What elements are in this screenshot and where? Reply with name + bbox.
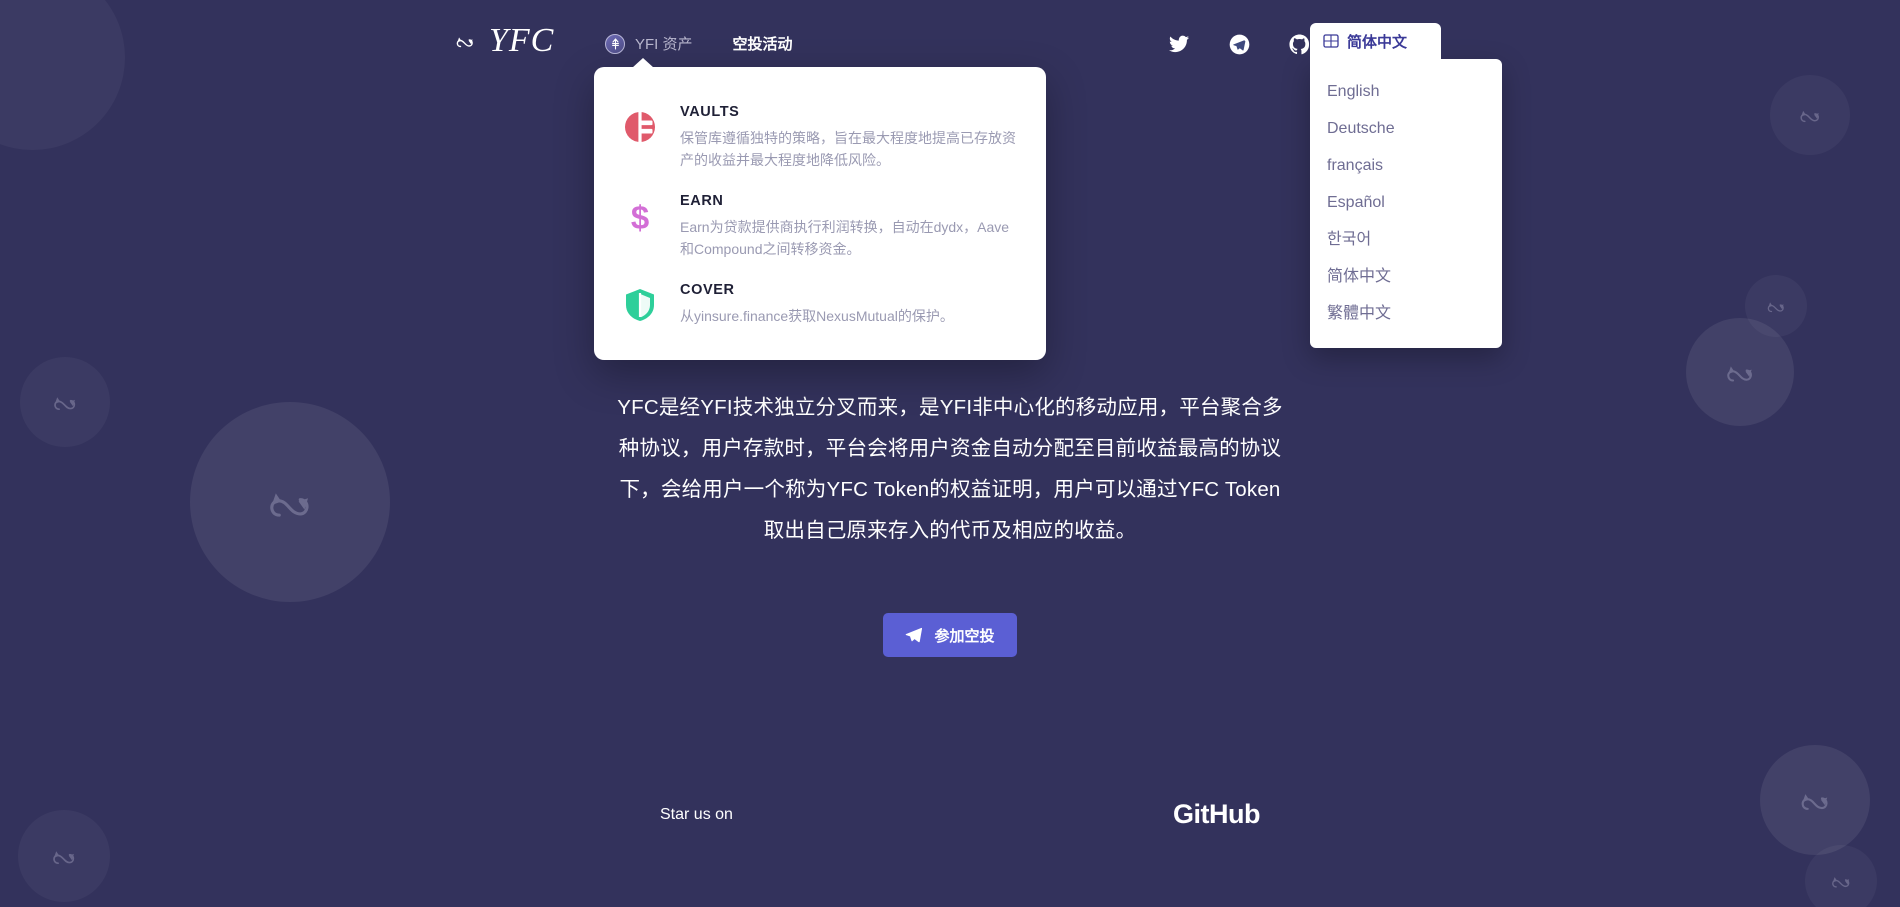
nav-item-airdrop[interactable]: 空投活动 [733, 33, 793, 54]
language-option[interactable]: français [1310, 147, 1502, 184]
cover-shield-icon [620, 282, 660, 322]
main-nav: YFI 资产 空投活动 [605, 33, 793, 54]
language-option[interactable]: Español [1310, 184, 1502, 221]
vaults-pie-icon [620, 104, 660, 144]
nav-label-yfi-assets: YFI 资产 [635, 36, 693, 53]
globe-icon [1323, 33, 1339, 49]
language-option[interactable]: 繁體中文 [1310, 295, 1502, 332]
join-airdrop-button[interactable]: 参加空投 [883, 613, 1017, 657]
mega-menu-item-body: COVER 从yinsure.finance获取NexusMutual的保护。 [680, 282, 1020, 327]
language-selector-button[interactable]: 简体中文 [1310, 23, 1441, 59]
brand-text: YFC [489, 22, 555, 59]
yfi-assets-dropdown: VAULTS 保管库遵循独特的策略，旨在最大程度地提高已存放资产的收益并最大程度地… [594, 58, 1046, 360]
nav-label-airdrop: 空投活动 [732, 36, 793, 53]
language-option[interactable]: 简体中文 [1310, 258, 1502, 295]
join-airdrop-label: 参加空投 [934, 627, 995, 645]
page-root: YFC YFI 资产 空投活动 简体中文 English Deutsche fr… [0, 0, 1900, 907]
brand-logo[interactable]: YFC [452, 22, 554, 60]
mega-menu-item-title: VAULTS [680, 104, 740, 120]
mega-menu-item-title: COVER [680, 282, 735, 298]
mega-menu-item-description: 从yinsure.finance获取NexusMutual的保护。 [680, 308, 954, 324]
star-us-on-text: Star us on [660, 805, 733, 823]
paper-plane-icon [905, 627, 923, 644]
nav-item-yfi-assets[interactable]: YFI 资产 [605, 33, 693, 54]
mega-menu-item-description: Earn为贷款提供商执行利润转换，自动在dydx，Aave和Compound之间… [680, 219, 1010, 257]
yfi-token-icon [605, 33, 625, 54]
language-selector: 简体中文 English Deutsche français Español 한국어 简体… [1310, 23, 1502, 348]
social-links [1168, 33, 1310, 55]
mega-menu-item-body: VAULTS 保管库遵循独特的策略，旨在最大程度地提高已存放资产的收益并最大程度地… [680, 104, 1020, 171]
mega-menu-item-description: 保管库遵循独特的策略，旨在最大程度地提高已存放资产的收益并最大程度地降低风险。 [680, 130, 1016, 168]
svg-text:$: $ [631, 199, 649, 235]
site-footer: Star us on GitHub [0, 747, 1900, 907]
language-selected-label: 简体中文 [1347, 33, 1408, 51]
hero-paragraph: YFC是经YFI技术独立分叉而来，是YFI非中心化的移动应用，平台聚合多种协议，… [617, 396, 1283, 542]
github-footer-link[interactable]: GitHub [1173, 799, 1260, 830]
language-option[interactable]: Deutsche [1310, 110, 1502, 147]
yfc-swap-logo-icon [452, 28, 478, 54]
twitter-icon[interactable] [1168, 33, 1190, 55]
mega-menu-item-body: EARN Earn为贷款提供商执行利润转换，自动在dydx，Aave和Compou… [680, 193, 1020, 260]
language-menu: English Deutsche français Español 한국어 简体中文 繁體中… [1310, 59, 1502, 348]
mega-menu-item-title: EARN [680, 193, 724, 209]
language-option[interactable]: English [1310, 73, 1502, 110]
earn-dollar-icon: $ [620, 193, 660, 235]
mega-menu-item-cover[interactable]: COVER 从yinsure.finance获取NexusMutual的保护。 [594, 271, 1046, 338]
telegram-icon[interactable] [1228, 33, 1250, 55]
mega-menu-item-vaults[interactable]: VAULTS 保管库遵循独特的策略，旨在最大程度地提高已存放资产的收益并最大程度地… [594, 93, 1046, 182]
mega-menu-item-earn[interactable]: $ EARN Earn为贷款提供商执行利润转换，自动在dydx，Aave和Comp… [594, 182, 1046, 271]
language-option[interactable]: 한국어 [1310, 221, 1502, 258]
github-icon[interactable] [1288, 33, 1310, 55]
